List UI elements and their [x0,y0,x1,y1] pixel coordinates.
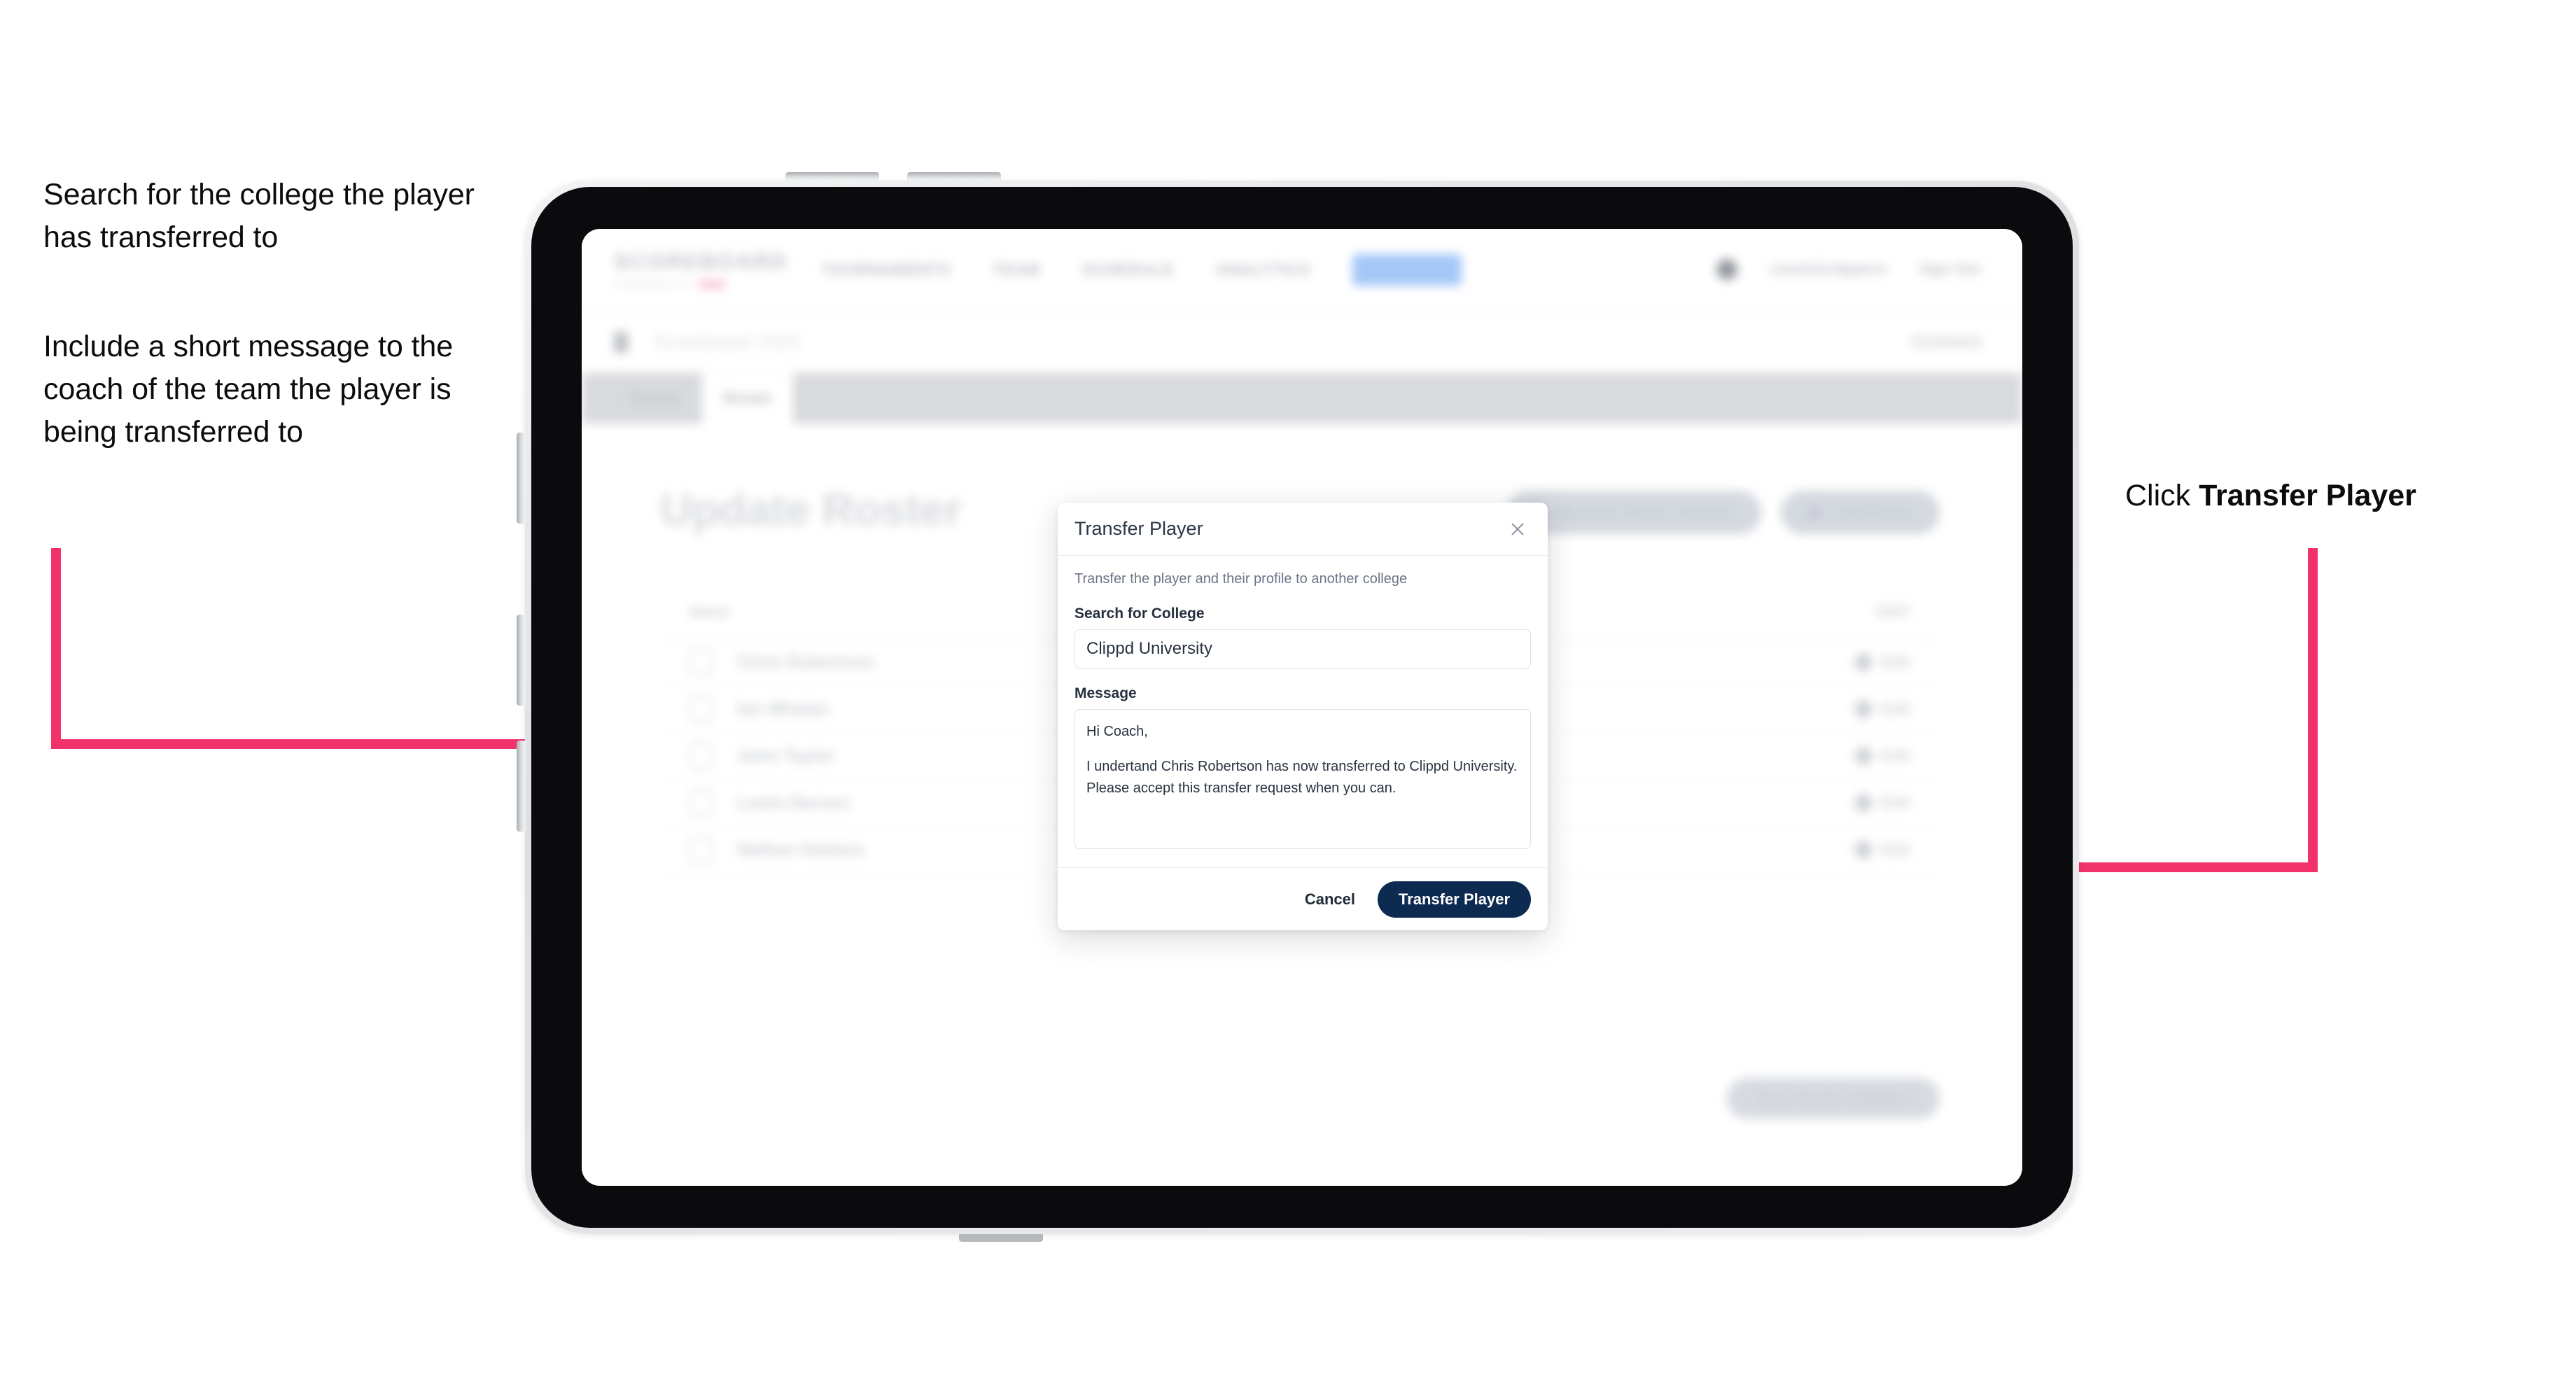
breadcrumb-main: Scoreboard [653,331,751,352]
pencil-icon [1852,698,1875,720]
tab-details[interactable]: Details [610,373,702,424]
field-spacer [1074,668,1531,685]
player-name: Ian Whelan [737,699,830,719]
row-edit-action[interactable]: Edit [1852,792,1910,814]
sign-out-link[interactable]: Sign Out [1919,261,1981,278]
side-button-2 [517,615,526,706]
row-edit-action[interactable]: Edit [1852,745,1910,767]
add-player-label: Add Player [1833,503,1913,521]
breadcrumb-sub: 2024 [757,331,800,352]
brand-wordmark: SCOREBOARD [614,249,788,274]
app-subbar: Scoreboard 2024 Connect [582,312,2022,373]
annotation-search-college: Search for the college the player has tr… [43,178,475,255]
request-transfer-label: Request Player Transfer [1558,503,1735,521]
volume-down-button [907,172,1001,181]
brand-subline: POWERED BY [614,279,751,290]
row-checkbox[interactable] [690,836,713,864]
side-button-3 [517,741,526,832]
volume-up-button [785,172,879,181]
search-college-input[interactable]: Clippd University [1074,629,1531,668]
side-button-1 [517,433,526,524]
dialog-title: Transfer Player [1074,518,1203,539]
message-line-2: I undertand Chris Robertson has now tran… [1086,758,1518,797]
subbar-connect-link[interactable]: Connect [1912,332,1982,352]
annotation-click-prefix: Click [2125,479,2199,512]
transfer-player-dialog: Transfer Player Transfer the player and … [1058,503,1548,930]
avatar[interactable] [1716,259,1737,280]
tab-roster[interactable]: Roster [702,373,793,424]
row-checkbox[interactable] [690,789,713,817]
nav-item-analytics[interactable]: ANALYTICS [1216,260,1310,279]
player-name: Chris Robertson [737,652,874,672]
add-player-button[interactable]: Add Player [1781,491,1940,534]
pencil-icon [1852,792,1875,814]
connector-port [959,1234,1043,1242]
breadcrumb: Scoreboard 2024 [646,331,800,353]
plus-icon [1807,505,1822,519]
annotation-click-bold: Transfer Player [2199,479,2416,512]
screenshot-canvas: Search for the college the player has tr… [0,0,2576,1386]
edit-label: Edit [1881,841,1910,858]
annotation-click-transfer: Click Transfer Player [2125,475,2416,517]
pencil-icon [1852,839,1875,861]
search-college-label: Search for College [1074,606,1205,622]
app-tab-bar: Details Roster [582,373,2022,424]
header-right-group: coach@clippd.io Sign Out [1716,259,1980,280]
message-textarea[interactable]: Hi Coach, I undertand Chris Robertson ha… [1074,709,1531,849]
edit-label: Edit [1881,700,1910,718]
message-line-1: Hi Coach, [1086,724,1148,739]
row-edit-action[interactable]: Edit [1852,651,1910,673]
edit-label: Edit [1881,794,1910,811]
edit-label: Edit [1881,653,1910,671]
dialog-header: Transfer Player [1058,503,1548,556]
message-label: Message [1074,685,1137,701]
building-icon [614,331,628,353]
player-name: Lewis Barnes [737,792,850,813]
pencil-icon [1852,651,1875,673]
player-name: John Taylor [737,746,835,766]
row-edit-action[interactable]: Edit [1852,698,1910,720]
close-icon[interactable] [1506,517,1530,541]
header-nav: TOURNAMENTS TEAM SCHEDULE ANALYTICS ROST… [821,253,1462,286]
column-header-name: Name [690,603,730,620]
dialog-body: Transfer the player and their profile to… [1058,556,1548,867]
edit-label: Edit [1881,747,1910,764]
row-checkbox[interactable] [690,742,713,770]
brand-badge-icon [698,279,725,289]
pencil-icon [1852,745,1875,767]
brand-sub-text: POWERED BY [614,279,692,290]
row-edit-action[interactable]: Edit [1852,839,1910,861]
page-title: Update Roster [660,484,962,535]
page-action-buttons: Request Player Transfer Add Player [1506,491,1940,534]
cancel-button[interactable]: Cancel [1299,883,1361,916]
nav-item-tournaments[interactable]: TOURNAMENTS [821,260,951,279]
app-logo[interactable]: SCOREBOARD POWERED BY [614,249,788,290]
header-user-email: coach@clippd.io [1770,261,1887,277]
transfer-player-submit-button[interactable]: Transfer Player [1378,881,1531,918]
app-header: SCOREBOARD POWERED BY TOURNAMENTS TEAM S… [582,229,2022,312]
row-checkbox[interactable] [690,695,713,723]
nav-item-team[interactable]: TEAM [993,260,1040,279]
annotation-include-message: Include a short message to the coach of … [43,330,454,449]
nav-item-schedule[interactable]: SCHEDULE [1082,260,1174,279]
nav-item-roster-active[interactable]: ROSTER [1352,253,1462,286]
dialog-footer: Cancel Transfer Player [1058,867,1548,930]
dialog-description: Transfer the player and their profile to… [1074,571,1408,587]
row-checkbox[interactable] [690,648,713,676]
column-header-edit: EDIT [1877,603,1910,620]
player-name: Nathan Holmes [737,839,864,860]
save-roster-updates-button[interactable]: Save Roster Updates [1726,1078,1940,1119]
